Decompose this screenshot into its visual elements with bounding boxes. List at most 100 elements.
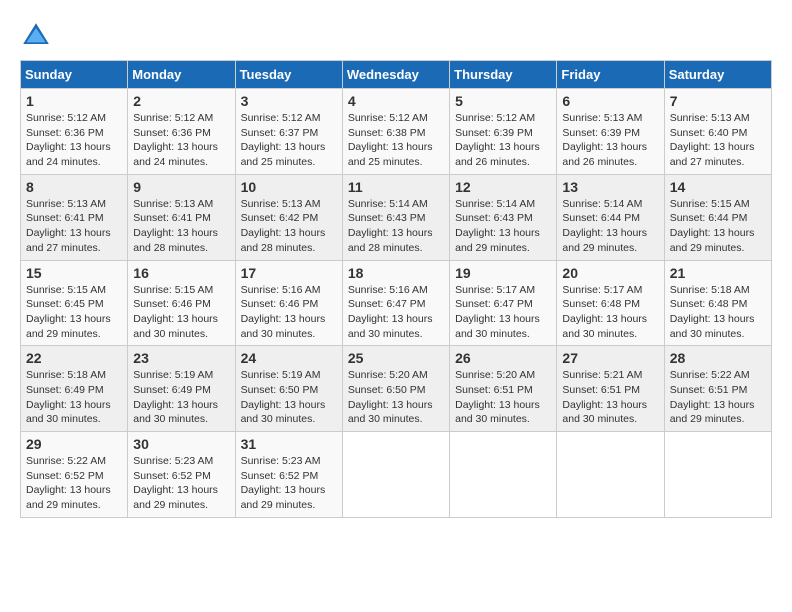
day-info: Sunrise: 5:19 AMSunset: 6:49 PMDaylight:… [133,368,229,427]
weekday-header-friday: Friday [557,61,664,89]
calendar-cell: 7 Sunrise: 5:13 AMSunset: 6:40 PMDaylight… [664,89,771,175]
weekday-header-thursday: Thursday [450,61,557,89]
day-info: Sunrise: 5:14 AMSunset: 6:44 PMDaylight:… [562,197,658,256]
day-info: Sunrise: 5:22 AMSunset: 6:52 PMDaylight:… [26,454,122,513]
calendar-body: 1 Sunrise: 5:12 AMSunset: 6:36 PMDaylight… [21,89,772,518]
day-number: 13 [562,179,658,195]
day-info: Sunrise: 5:18 AMSunset: 6:49 PMDaylight:… [26,368,122,427]
day-number: 25 [348,350,444,366]
calendar-week-4: 22 Sunrise: 5:18 AMSunset: 6:49 PMDayligh… [21,346,772,432]
day-number: 16 [133,265,229,281]
calendar-cell: 30 Sunrise: 5:23 AMSunset: 6:52 PMDayligh… [128,432,235,518]
day-number: 19 [455,265,551,281]
day-number: 23 [133,350,229,366]
weekday-header-saturday: Saturday [664,61,771,89]
day-info: Sunrise: 5:21 AMSunset: 6:51 PMDaylight:… [562,368,658,427]
weekday-header-sunday: Sunday [21,61,128,89]
day-number: 24 [241,350,337,366]
day-info: Sunrise: 5:18 AMSunset: 6:48 PMDaylight:… [670,283,766,342]
day-number: 8 [26,179,122,195]
day-info: Sunrise: 5:14 AMSunset: 6:43 PMDaylight:… [348,197,444,256]
day-info: Sunrise: 5:13 AMSunset: 6:40 PMDaylight:… [670,111,766,170]
calendar-week-3: 15Sunrise: 5:15 AMSunset: 6:45 PMDayligh… [21,260,772,346]
calendar-cell [342,432,449,518]
day-number: 9 [133,179,229,195]
day-info: Sunrise: 5:12 AMSunset: 6:36 PMDaylight:… [26,111,122,170]
day-info: Sunrise: 5:13 AMSunset: 6:42 PMDaylight:… [241,197,337,256]
day-info: Sunrise: 5:20 AMSunset: 6:51 PMDaylight:… [455,368,551,427]
calendar-cell: 23 Sunrise: 5:19 AMSunset: 6:49 PMDayligh… [128,346,235,432]
day-number: 28 [670,350,766,366]
day-number: 2 [133,93,229,109]
calendar-cell: 13 Sunrise: 5:14 AMSunset: 6:44 PMDayligh… [557,174,664,260]
day-number: 14 [670,179,766,195]
calendar-cell: 25Sunrise: 5:20 AMSunset: 6:50 PMDayligh… [342,346,449,432]
day-info: Sunrise: 5:23 AMSunset: 6:52 PMDaylight:… [133,454,229,513]
day-info: Sunrise: 5:16 AMSunset: 6:47 PMDaylight:… [348,283,444,342]
calendar-table: SundayMondayTuesdayWednesdayThursdayFrid… [20,60,772,518]
day-info: Sunrise: 5:14 AMSunset: 6:43 PMDaylight:… [455,197,551,256]
day-number: 3 [241,93,337,109]
weekday-header-row: SundayMondayTuesdayWednesdayThursdayFrid… [21,61,772,89]
weekday-header-tuesday: Tuesday [235,61,342,89]
calendar-header: SundayMondayTuesdayWednesdayThursdayFrid… [21,61,772,89]
day-info: Sunrise: 5:12 AMSunset: 6:38 PMDaylight:… [348,111,444,170]
calendar-cell: 4 Sunrise: 5:12 AMSunset: 6:38 PMDaylight… [342,89,449,175]
calendar-cell: 12Sunrise: 5:14 AMSunset: 6:43 PMDayligh… [450,174,557,260]
calendar-cell: 8Sunrise: 5:13 AMSunset: 6:41 PMDaylight… [21,174,128,260]
day-info: Sunrise: 5:15 AMSunset: 6:45 PMDaylight:… [26,283,122,342]
page-header [20,20,772,52]
day-info: Sunrise: 5:12 AMSunset: 6:36 PMDaylight:… [133,111,229,170]
calendar-cell: 17 Sunrise: 5:16 AMSunset: 6:46 PMDayligh… [235,260,342,346]
day-number: 7 [670,93,766,109]
day-number: 6 [562,93,658,109]
day-info: Sunrise: 5:16 AMSunset: 6:46 PMDaylight:… [241,283,337,342]
calendar-cell: 16 Sunrise: 5:15 AMSunset: 6:46 PMDayligh… [128,260,235,346]
calendar-cell: 24 Sunrise: 5:19 AMSunset: 6:50 PMDayligh… [235,346,342,432]
day-info: Sunrise: 5:17 AMSunset: 6:47 PMDaylight:… [455,283,551,342]
calendar-cell: 10 Sunrise: 5:13 AMSunset: 6:42 PMDayligh… [235,174,342,260]
day-number: 30 [133,436,229,452]
day-number: 20 [562,265,658,281]
logo-icon [20,20,52,52]
calendar-week-5: 29 Sunrise: 5:22 AMSunset: 6:52 PMDayligh… [21,432,772,518]
calendar-cell: 18 Sunrise: 5:16 AMSunset: 6:47 PMDayligh… [342,260,449,346]
day-number: 5 [455,93,551,109]
calendar-cell: 29 Sunrise: 5:22 AMSunset: 6:52 PMDayligh… [21,432,128,518]
day-number: 31 [241,436,337,452]
calendar-cell: 5 Sunrise: 5:12 AMSunset: 6:39 PMDaylight… [450,89,557,175]
calendar-cell [450,432,557,518]
day-number: 27 [562,350,658,366]
day-number: 17 [241,265,337,281]
calendar-cell: 11 Sunrise: 5:14 AMSunset: 6:43 PMDayligh… [342,174,449,260]
day-number: 1 [26,93,122,109]
calendar-cell: 6Sunrise: 5:13 AMSunset: 6:39 PMDaylight… [557,89,664,175]
day-info: Sunrise: 5:12 AMSunset: 6:37 PMDaylight:… [241,111,337,170]
day-number: 4 [348,93,444,109]
day-info: Sunrise: 5:23 AMSunset: 6:52 PMDaylight:… [241,454,337,513]
day-number: 29 [26,436,122,452]
day-info: Sunrise: 5:15 AMSunset: 6:44 PMDaylight:… [670,197,766,256]
day-number: 11 [348,179,444,195]
calendar-cell: 9 Sunrise: 5:13 AMSunset: 6:41 PMDaylight… [128,174,235,260]
day-info: Sunrise: 5:15 AMSunset: 6:46 PMDaylight:… [133,283,229,342]
day-number: 10 [241,179,337,195]
day-info: Sunrise: 5:19 AMSunset: 6:50 PMDaylight:… [241,368,337,427]
weekday-header-monday: Monday [128,61,235,89]
day-number: 18 [348,265,444,281]
calendar-week-1: 1 Sunrise: 5:12 AMSunset: 6:36 PMDaylight… [21,89,772,175]
calendar-cell: 14 Sunrise: 5:15 AMSunset: 6:44 PMDayligh… [664,174,771,260]
day-info: Sunrise: 5:22 AMSunset: 6:51 PMDaylight:… [670,368,766,427]
calendar-cell: 27 Sunrise: 5:21 AMSunset: 6:51 PMDayligh… [557,346,664,432]
day-info: Sunrise: 5:13 AMSunset: 6:41 PMDaylight:… [133,197,229,256]
day-number: 26 [455,350,551,366]
logo [20,20,56,52]
calendar-cell: 31 Sunrise: 5:23 AMSunset: 6:52 PMDayligh… [235,432,342,518]
calendar-cell: 1 Sunrise: 5:12 AMSunset: 6:36 PMDaylight… [21,89,128,175]
day-info: Sunrise: 5:17 AMSunset: 6:48 PMDaylight:… [562,283,658,342]
calendar-cell: 21Sunrise: 5:18 AMSunset: 6:48 PMDayligh… [664,260,771,346]
day-info: Sunrise: 5:12 AMSunset: 6:39 PMDaylight:… [455,111,551,170]
day-number: 22 [26,350,122,366]
calendar-cell [557,432,664,518]
calendar-cell: 3 Sunrise: 5:12 AMSunset: 6:37 PMDaylight… [235,89,342,175]
